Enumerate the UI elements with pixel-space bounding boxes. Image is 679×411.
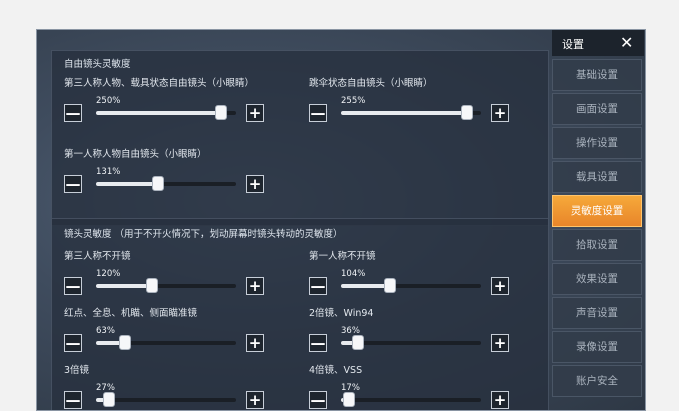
setting-label: 跳伞状态自由镜头（小眼睛） xyxy=(309,78,433,89)
sidebar-item-basic[interactable]: 基础设置 xyxy=(552,59,642,91)
slider-fill xyxy=(341,111,467,115)
free-camera-panel: 自由镜头灵敏度 第三人称人物、载具状态自由镜头（小眼睛） — 250% + 跳伞… xyxy=(51,50,549,226)
sidebar-item-recording[interactable]: 录像设置 xyxy=(552,331,642,363)
sidebar-item-sound[interactable]: 声音设置 xyxy=(552,297,642,329)
setting-label: 4倍镜、VSS xyxy=(309,365,363,376)
decrease-button[interactable]: — xyxy=(309,277,327,295)
increase-button[interactable]: + xyxy=(491,391,509,409)
setting-third-person-free-camera: 第三人称人物、载具状态自由镜头（小眼睛） — 250% + xyxy=(64,75,274,122)
sidebar-item-vehicle[interactable]: 载具设置 xyxy=(552,161,642,193)
settings-window: 自由镜头灵敏度 第三人称人物、载具状态自由镜头（小眼睛） — 250% + 跳伞… xyxy=(36,29,646,411)
decrease-button[interactable]: — xyxy=(64,277,82,295)
setting-label: 2倍镜、Win94 xyxy=(309,308,374,319)
sidebar-item-pickup[interactable]: 拾取设置 xyxy=(552,229,642,261)
sidebar-header: 设置 ✕ xyxy=(552,30,644,56)
decrease-button[interactable]: — xyxy=(64,391,82,409)
close-icon[interactable]: ✕ xyxy=(620,33,633,52)
slider-track[interactable] xyxy=(341,105,481,120)
increase-button[interactable]: + xyxy=(246,175,264,193)
slider-track[interactable] xyxy=(96,335,236,350)
camera-panel: 镜头灵敏度 （用于不开火情况下，划动屏幕时镜头转动的灵敏度） 第三人称不开镜 —… xyxy=(51,218,549,410)
slider-fill xyxy=(96,284,152,288)
slider-fill xyxy=(96,182,158,186)
sidebar-item-effects[interactable]: 效果设置 xyxy=(552,263,642,295)
percent-value: 120% xyxy=(96,269,121,279)
increase-button[interactable]: + xyxy=(491,277,509,295)
free-camera-title: 自由镜头灵敏度 xyxy=(64,59,131,70)
decrease-button[interactable]: — xyxy=(309,334,327,352)
slider-handle[interactable] xyxy=(461,105,473,120)
slider-fill xyxy=(341,284,390,288)
decrease-button[interactable]: — xyxy=(309,391,327,409)
slider-handle[interactable] xyxy=(146,278,158,293)
setting-label: 红点、全息、机瞄、侧面瞄准镜 xyxy=(64,308,198,319)
setting-label: 3倍镜 xyxy=(64,365,90,376)
increase-button[interactable]: + xyxy=(491,104,509,122)
slider-track[interactable] xyxy=(96,278,236,293)
percent-value: 255% xyxy=(341,96,366,106)
percent-value: 131% xyxy=(96,167,121,177)
slider-track[interactable] xyxy=(96,105,236,120)
decrease-button[interactable]: — xyxy=(64,175,82,193)
sidebar-item-sensitivity[interactable]: 灵敏度设置 xyxy=(552,195,642,227)
setting-4x-scope: 4倍镜、VSS — 17% + xyxy=(309,362,519,409)
decrease-button[interactable]: — xyxy=(64,104,82,122)
setting-label: 第一人称不开镜 xyxy=(309,251,376,262)
increase-button[interactable]: + xyxy=(246,391,264,409)
slider-track[interactable] xyxy=(96,176,236,191)
slider-fill xyxy=(96,111,221,115)
settings-sidebar: 设置 ✕ 基础设置 画面设置 操作设置 载具设置 灵敏度设置 拾取设置 效果设置… xyxy=(552,30,644,410)
setting-label: 第三人称不开镜 xyxy=(64,251,131,262)
sidebar-item-graphics[interactable]: 画面设置 xyxy=(552,93,642,125)
sidebar-item-controls[interactable]: 操作设置 xyxy=(552,127,642,159)
setting-first-person-free-camera: 第一人称人物自由镜头（小眼睛） — 131% + xyxy=(64,146,274,193)
setting-third-person-no-scope: 第三人称不开镜 — 120% + xyxy=(64,248,274,295)
setting-red-dot-holo-iron: 红点、全息、机瞄、侧面瞄准镜 — 63% + xyxy=(64,305,274,352)
slider-handle[interactable] xyxy=(351,335,364,350)
slider-handle[interactable] xyxy=(214,105,227,120)
increase-button[interactable]: + xyxy=(246,277,264,295)
slider-handle[interactable] xyxy=(151,176,164,191)
slider-track[interactable] xyxy=(96,392,236,407)
sidebar-title: 设置 xyxy=(562,38,584,51)
setting-parachute-free-camera: 跳伞状态自由镜头（小眼睛） — 255% + xyxy=(309,75,519,122)
slider-handle[interactable] xyxy=(119,335,132,350)
setting-first-person-no-scope: 第一人称不开镜 — 104% + xyxy=(309,248,519,295)
decrease-button[interactable]: — xyxy=(309,104,327,122)
percent-value: 250% xyxy=(96,96,121,106)
sidebar-item-account-security[interactable]: 账户安全 xyxy=(552,365,642,397)
percent-value: 63% xyxy=(96,326,115,336)
decrease-button[interactable]: — xyxy=(64,334,82,352)
increase-button[interactable]: + xyxy=(491,334,509,352)
slider-track[interactable] xyxy=(341,392,481,407)
setting-2x-scope: 2倍镜、Win94 — 36% + xyxy=(309,305,519,352)
camera-title: 镜头灵敏度 （用于不开火情况下，划动屏幕时镜头转动的灵敏度） xyxy=(64,229,343,240)
increase-button[interactable]: + xyxy=(246,104,264,122)
setting-label: 第一人称人物自由镜头（小眼睛） xyxy=(64,149,207,160)
percent-value: 104% xyxy=(341,269,366,279)
slider-track[interactable] xyxy=(341,335,481,350)
setting-3x-scope: 3倍镜 — 27% + xyxy=(64,362,274,409)
setting-label: 第三人称人物、载具状态自由镜头（小眼睛） xyxy=(64,78,255,89)
increase-button[interactable]: + xyxy=(246,334,264,352)
slider-track[interactable] xyxy=(341,278,481,293)
slider-handle[interactable] xyxy=(384,278,396,293)
